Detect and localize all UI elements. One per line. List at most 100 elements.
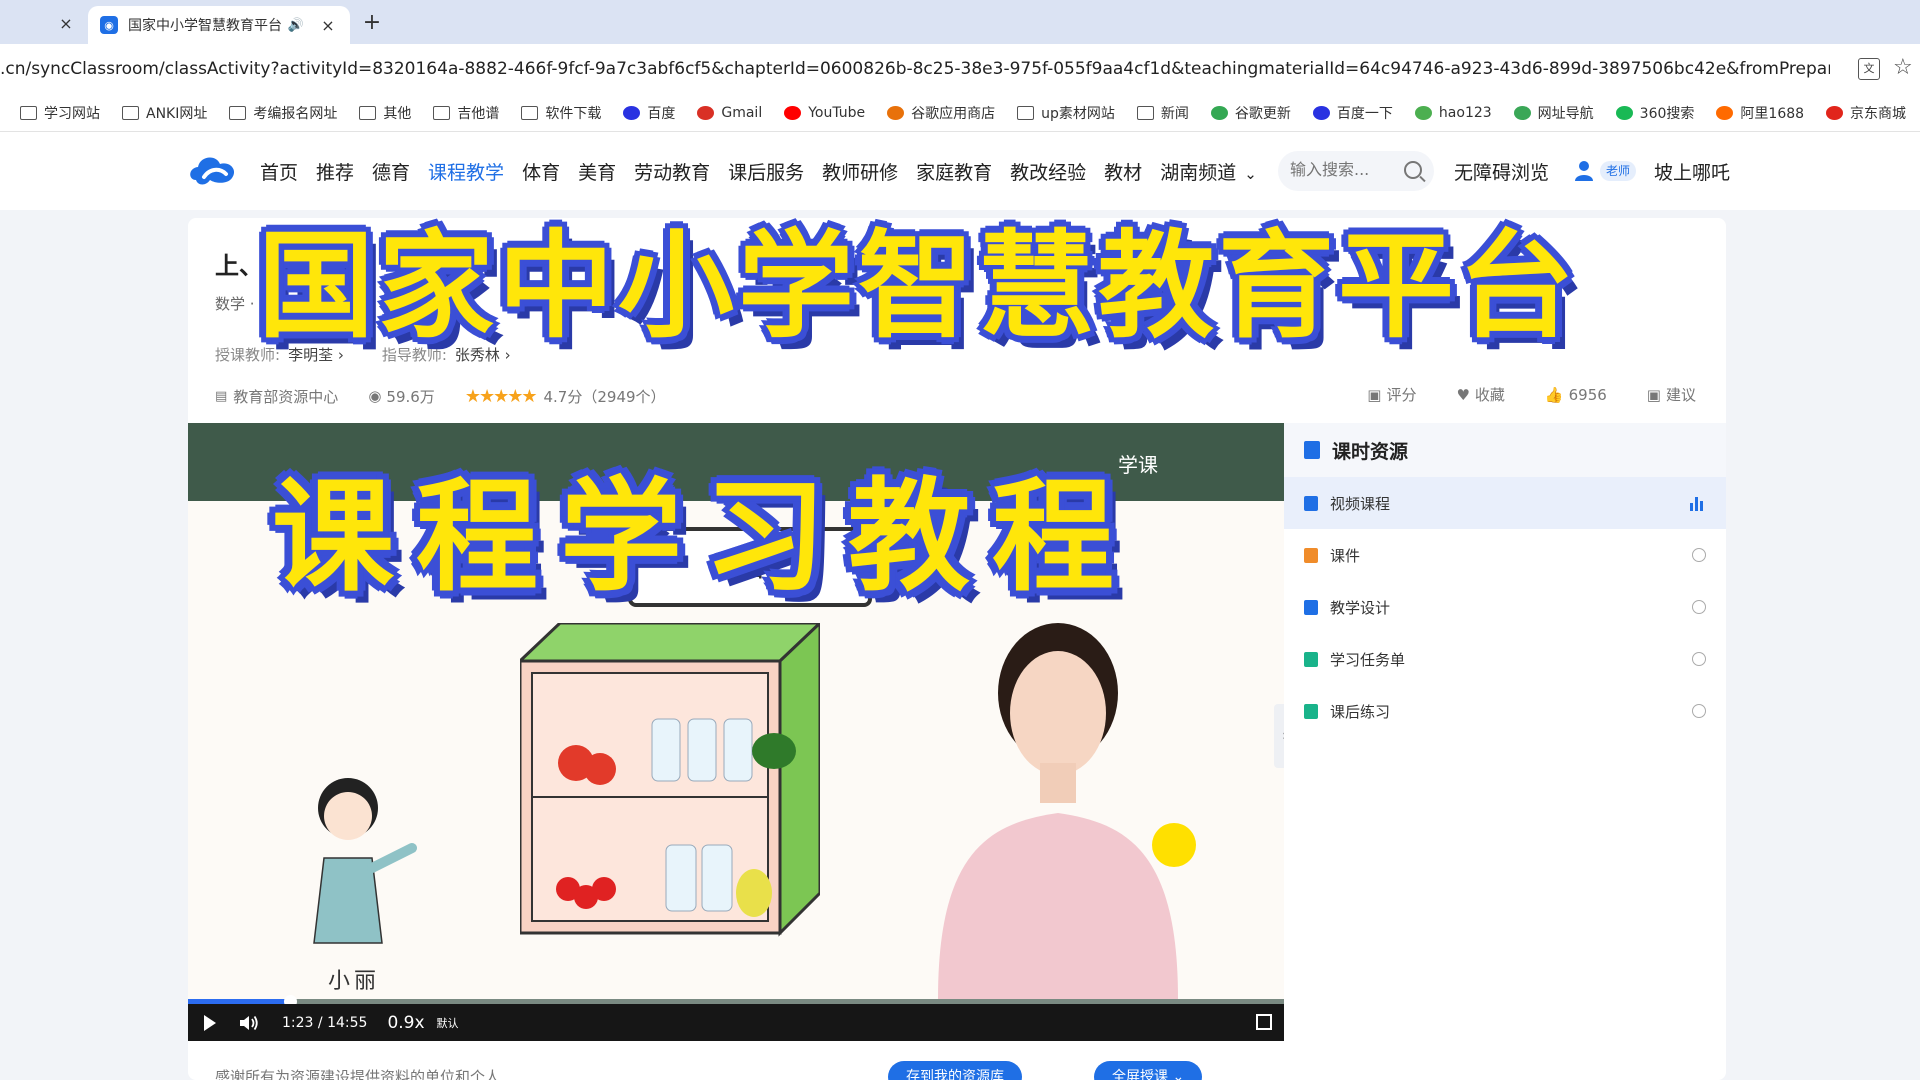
bookmark-item[interactable]: 软件下载 <box>521 103 601 123</box>
suggest-button[interactable]: ▣ 建议 <box>1647 384 1696 405</box>
search-box[interactable] <box>1278 151 1434 191</box>
bookmark-item[interactable]: YouTube <box>784 105 865 121</box>
like-button[interactable]: 👍 6956 <box>1545 384 1607 405</box>
thanks-text: 感谢所有为资源建设提供资料的单位和个人 <box>215 1068 501 1080</box>
bookmark-item[interactable]: 谷歌更新 <box>1210 103 1291 123</box>
role-badge: 老师 <box>1600 161 1637 181</box>
username[interactable]: 坡上哪吒 <box>1654 158 1730 185</box>
playback-speed[interactable]: 0.9x <box>387 1013 424 1033</box>
bookmark-label: ANKI网址 <box>146 105 208 122</box>
resource-item-label: 教学设计 <box>1330 598 1391 617</box>
fullscreen-icon[interactable] <box>1256 1014 1272 1030</box>
bookmark-item[interactable]: 百度一下 <box>1312 103 1393 123</box>
nav-item[interactable]: 课后服务 <box>728 158 804 185</box>
comment-icon: ▣ <box>1367 385 1382 404</box>
bookmark-item[interactable]: 阿里1688 <box>1716 103 1804 123</box>
nav-item[interactable]: 首页 <box>260 158 298 185</box>
bookmark-item[interactable]: 京东商城 <box>1826 103 1906 123</box>
favorite-label: 收藏 <box>1474 386 1505 404</box>
folder-icon <box>122 105 139 120</box>
volume-icon[interactable] <box>238 1014 260 1032</box>
new-tab-button[interactable]: + <box>358 10 386 38</box>
nav-item[interactable]: 体育 <box>522 158 560 185</box>
bookmark-label: 其他 <box>383 105 412 122</box>
nav-item[interactable]: 家庭教育 <box>916 158 992 185</box>
play-icon[interactable] <box>204 1014 216 1031</box>
nav-item[interactable]: 教师研修 <box>822 158 898 185</box>
resource-status-radio <box>1692 652 1706 666</box>
save-to-library-button[interactable]: 存到我的资源库 <box>888 1061 1022 1080</box>
bookmark-item[interactable]: 谷歌应用商店 <box>887 103 995 123</box>
view-count: ◉ 59.6万 <box>368 386 435 407</box>
bookmark-item[interactable]: 吉他谱 <box>433 103 499 123</box>
bookmark-label: 谷歌更新 <box>1234 105 1291 122</box>
resource-item[interactable]: 课后练习 <box>1284 685 1726 737</box>
youtube-icon <box>784 105 802 120</box>
nav-item[interactable]: 德育 <box>372 158 410 185</box>
folder-icon <box>1136 105 1154 120</box>
rating: ★★★★★ 4.7分 （2949个） <box>465 386 666 407</box>
accessible-browse-link[interactable]: 无障碍浏览 <box>1454 158 1549 185</box>
resource-item[interactable]: 教学设计 <box>1284 581 1726 633</box>
source-info: ▤ 教育部资源中心 <box>215 386 338 407</box>
site-logo-icon[interactable] <box>186 150 242 192</box>
speaker-icon[interactable]: 🔊 <box>288 18 304 33</box>
1688-icon <box>1716 105 1734 120</box>
suggest-label: 建议 <box>1665 386 1696 404</box>
bookmark-label: YouTube <box>808 104 866 121</box>
resource-item[interactable]: 视频课程 <box>1284 477 1726 529</box>
fullscreen-teach-button[interactable]: 全屏授课 ⌄ <box>1094 1061 1203 1080</box>
resource-status-radio <box>1692 600 1706 614</box>
source-name: 教育部资源中心 <box>233 387 339 406</box>
rate-button[interactable]: ▣ 评分 <box>1367 384 1416 405</box>
bookmark-label: up素材网站 <box>1041 105 1115 122</box>
nav-item[interactable]: 推荐 <box>316 158 354 185</box>
bookmark-label: 软件下载 <box>545 105 602 122</box>
bookmark-label: 考编报名网址 <box>253 105 338 122</box>
folder-icon <box>521 105 539 120</box>
nav-item[interactable]: 湖南频道 ⌄ <box>1160 158 1257 185</box>
resource-item[interactable]: 课件 <box>1284 529 1726 581</box>
bookmark-item[interactable]: 其他 <box>359 103 411 123</box>
nav-item[interactable]: 教材 <box>1104 158 1142 185</box>
favorite-button[interactable]: ♥ 收藏 <box>1456 384 1504 405</box>
search-input[interactable] <box>1290 160 1400 179</box>
nav-item[interactable]: 教改经验 <box>1010 158 1086 185</box>
nav-item[interactable]: 劳动教育 <box>634 158 710 185</box>
video-icon <box>1304 495 1318 511</box>
translate-icon[interactable]: 文 <box>1858 58 1880 80</box>
nav-item[interactable]: 课程教学 <box>428 158 504 185</box>
tab-active[interactable]: ◉ 国家中小学智慧教育平台 🔊 × <box>88 6 350 44</box>
tab-previous[interactable]: × <box>0 6 80 44</box>
course-title: 上、 <box>215 252 263 280</box>
nav-item-label: 美育 <box>578 161 617 184</box>
search-icon[interactable] <box>1404 161 1422 179</box>
bookmark-item[interactable]: hao123 <box>1414 105 1492 121</box>
bookmark-item[interactable]: 网址导航 <box>1513 103 1594 123</box>
bookmark-item[interactable]: ANKI网址 <box>122 103 207 123</box>
character-name: 小丽 <box>328 969 381 994</box>
bookmark-item[interactable]: 考编报名网址 <box>229 103 337 123</box>
bookmark-label: Gmail <box>721 104 763 121</box>
bookmark-star-icon[interactable]: ☆ <box>1893 55 1913 80</box>
courseware-icon <box>1304 547 1318 563</box>
bookmark-item[interactable]: 新闻 <box>1136 103 1189 123</box>
url-input[interactable]: .cn/syncClassroom/classActivity?activity… <box>0 59 1830 79</box>
tab-close-icon[interactable]: × <box>318 16 338 35</box>
user-icon[interactable] <box>1572 158 1596 182</box>
heart-icon: ♥ <box>1456 385 1470 404</box>
bookmark-item[interactable]: 360搜索 <box>1615 103 1694 123</box>
bookmark-item[interactable]: 百度 <box>623 103 675 123</box>
video-quality[interactable]: 默认 <box>437 1015 459 1031</box>
nav-item[interactable]: 美育 <box>578 158 616 185</box>
nav-item-label: 推荐 <box>316 161 355 184</box>
bookmark-item[interactable]: 学习网站 <box>20 103 100 123</box>
bookmark-item[interactable]: Gmail <box>697 105 762 121</box>
tab-close-icon[interactable]: × <box>56 14 76 33</box>
current-time: 1:23 <box>282 1014 314 1031</box>
nav-item-label: 家庭教育 <box>916 161 993 184</box>
resource-item[interactable]: 学习任务单 <box>1284 633 1726 685</box>
bookmark-label: 吉他谱 <box>457 105 500 122</box>
bookmark-item[interactable]: up素材网站 <box>1017 103 1115 123</box>
resources-header: 课时资源 <box>1284 423 1726 477</box>
